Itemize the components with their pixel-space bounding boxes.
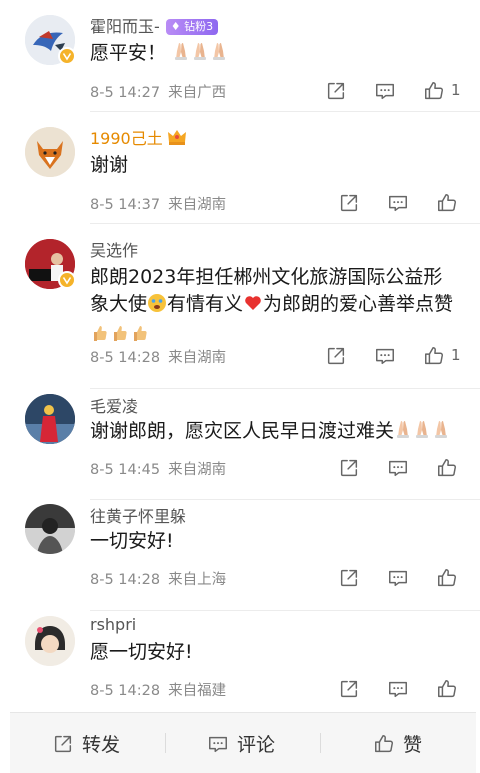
username[interactable]: 霍阳而玉- ♦ 钻粉3 (90, 13, 219, 37)
thumbs-up-icon[interactable] (422, 344, 446, 368)
avatar[interactable] (25, 616, 75, 666)
divider (165, 733, 166, 753)
thumbs-up-icon[interactable] (435, 677, 459, 701)
username[interactable]: 吴选作 (90, 237, 138, 261)
comment-text: 谢谢郎朗，愿灾区人民早日渡过难关 (90, 418, 465, 448)
share-icon (54, 735, 72, 752)
verified-badge-icon (58, 271, 76, 289)
comment-icon (209, 736, 227, 752)
repost-label: 转发 (82, 734, 121, 756)
comment-text: 郎朗2023年担任郴州文化旅游国际公益形 象大使 有情有义 为郎朗的爱心善举点赞 (90, 264, 465, 351)
avatar[interactable] (25, 394, 75, 444)
verified-badge-icon (58, 47, 76, 65)
comment-text: 愿平安！ (90, 40, 465, 70)
username[interactable]: rshpri (90, 615, 136, 634)
comment-icon[interactable] (386, 566, 410, 590)
comment-text: 谢谢 (90, 154, 129, 176)
share-icon[interactable] (337, 566, 361, 590)
crown-icon (167, 128, 187, 150)
comment-icon[interactable] (373, 79, 397, 103)
comment-item: 霍阳而玉- ♦ 钻粉3 愿平安！ 8-5 14:27 来自广西 1 (0, 0, 480, 112)
avatar[interactable] (25, 504, 75, 554)
comment-text: 愿一切安好! (90, 641, 193, 663)
avatar[interactable] (25, 127, 75, 177)
folded-hands-icon (394, 418, 452, 448)
comment-meta: 8-5 14:37 来自湖南 (90, 197, 227, 213)
comment-text: 一切安好! (90, 530, 174, 552)
thumbs-up-icon[interactable] (435, 191, 459, 215)
thumbs-up-icon (375, 734, 394, 752)
comment-icon[interactable] (386, 456, 410, 480)
comment-item: 吴选作 郎朗2023年担任郴州文化旅游国际公益形 象大使 有情有义 为郎朗的爱心善举… (0, 224, 480, 389)
comment-icon[interactable] (386, 191, 410, 215)
comment-button[interactable]: 评论 (207, 713, 275, 773)
share-icon[interactable] (324, 79, 348, 103)
thumbs-up-icon[interactable] (435, 566, 459, 590)
comment-item: 1990己土 谢谢 8-5 14:37 来自湖南 (0, 112, 480, 224)
thumbs-up-icon[interactable] (435, 456, 459, 480)
username[interactable]: 毛爱凌 (90, 393, 138, 417)
comment-meta: 8-5 14:27 来自广西 (90, 85, 227, 101)
thumbs-up-icon[interactable] (422, 79, 446, 103)
comment-meta: 8-5 14:28 来自湖南 (90, 350, 227, 366)
comment-item: 往黄子怀里躲 一切安好! 8-5 14:28 来自上海 (0, 500, 480, 611)
divider (320, 733, 321, 753)
username[interactable]: 1990己土 (90, 125, 187, 150)
comment-meta: 8-5 14:28 来自上海 (90, 572, 227, 588)
like-button[interactable]: 赞 (373, 713, 422, 773)
bottom-action-bar: 转发 评论 赞 (10, 712, 476, 773)
folded-hands-icon (172, 40, 230, 70)
like-label: 赞 (403, 734, 423, 756)
share-icon[interactable] (337, 456, 361, 480)
fan-level-badge: ♦ 钻粉3 (165, 19, 219, 35)
repost-button[interactable]: 转发 (52, 713, 120, 773)
comment-label: 评论 (237, 734, 276, 756)
like-count: 1 (451, 81, 461, 99)
heart-icon (243, 293, 263, 321)
comment-icon[interactable] (386, 677, 410, 701)
comment-item: rshpri 愿一切安好! 8-5 14:28 来自福建 (0, 611, 480, 711)
share-icon[interactable] (324, 344, 348, 368)
username[interactable]: 往黄子怀里躲 (90, 503, 186, 527)
comment-meta: 8-5 14:28 来自福建 (90, 683, 227, 699)
comment-icon[interactable] (373, 344, 397, 368)
comment-meta: 8-5 14:45 来自湖南 (90, 462, 227, 478)
like-count: 1 (451, 346, 461, 364)
crying-face-icon (147, 293, 167, 321)
comment-item: 毛爱凌 谢谢郎朗，愿灾区人民早日渡过难关 8-5 14:45 来自湖南 (0, 389, 480, 500)
share-icon[interactable] (337, 191, 361, 215)
share-icon[interactable] (337, 677, 361, 701)
